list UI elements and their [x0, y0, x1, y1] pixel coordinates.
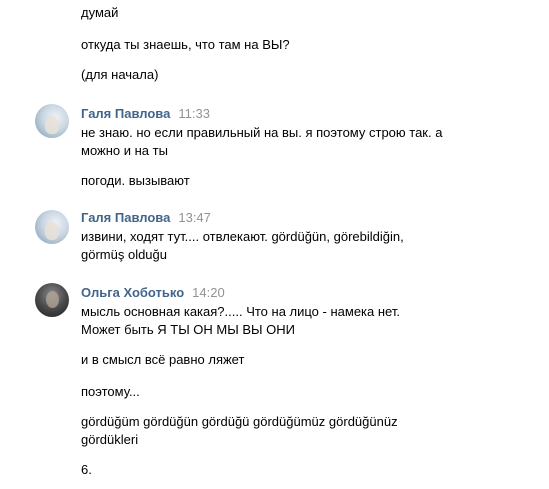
message-header: Галя Павлова 13:47 — [81, 210, 211, 226]
author-name[interactable]: Ольга Хоботько — [81, 285, 184, 300]
message-text: görmüş olduğu — [81, 247, 167, 262]
avatar[interactable] — [35, 283, 69, 317]
message-text: извини, ходят тут.... отвлекают. gördüğü… — [81, 229, 404, 244]
author-name[interactable]: Галя Павлова — [81, 106, 170, 121]
message-text: gördükleri — [81, 432, 139, 447]
message-text: не знаю. но если правильный на вы. я поэ… — [81, 125, 443, 140]
avatar[interactable] — [35, 210, 69, 244]
message-header: Галя Павлова 11:33 — [81, 106, 210, 122]
message-text: 6. — [81, 462, 92, 477]
message-header: Ольга Хоботько 14:20 — [81, 285, 225, 301]
message-time[interactable]: 13:47 — [178, 210, 211, 225]
avatar[interactable] — [35, 104, 69, 138]
message-text: откуда ты знаешь, что там на ВЫ? — [81, 37, 290, 52]
message-text: Может быть Я ТЫ ОН МЫ ВЫ ОНИ — [81, 322, 296, 337]
message-text: и в смысл всё равно ляжет — [81, 352, 245, 367]
message-text: мысль основная какая?..... Что на лицо -… — [81, 304, 400, 319]
author-name[interactable]: Галя Павлова — [81, 210, 170, 225]
message-text: поэтому... — [81, 384, 140, 399]
message-text: gördüğüm gördüğün gördüğü gördüğümüz gör… — [81, 414, 398, 429]
message-time[interactable]: 14:20 — [192, 285, 225, 300]
chat-history: думай откуда ты знаешь, что там на ВЫ? (… — [0, 0, 549, 489]
message-text: думай — [81, 5, 119, 20]
message-text: погоди. вызывают — [81, 173, 190, 188]
message-time[interactable]: 11:33 — [178, 106, 210, 121]
message-text: можно и на ты — [81, 143, 168, 158]
message-text: (для начала) — [81, 67, 159, 82]
